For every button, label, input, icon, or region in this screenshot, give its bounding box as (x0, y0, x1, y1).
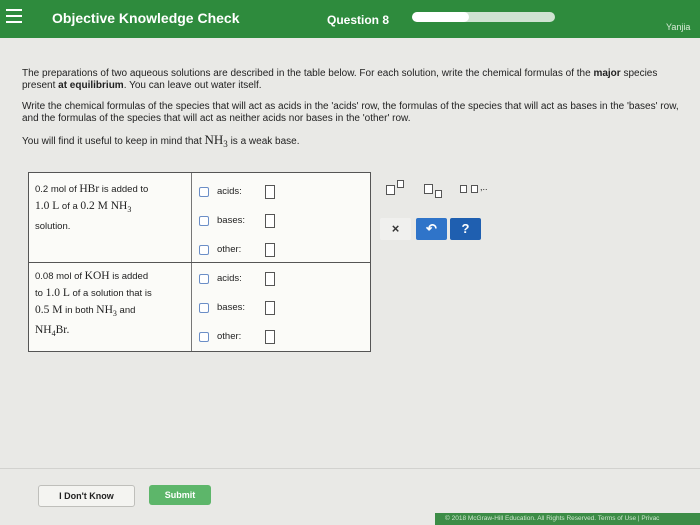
list-separator-icon[interactable]: ,.. (458, 180, 492, 198)
dont-know-button[interactable]: I Don't Know (38, 485, 135, 507)
bases-checkbox-1[interactable] (199, 216, 209, 226)
bases-input-1[interactable] (265, 214, 275, 228)
acids-checkbox-1[interactable] (199, 187, 209, 197)
other-input-1[interactable] (265, 243, 275, 257)
instruction-paragraph-3: You will find it useful to keep in mind … (22, 132, 300, 149)
other-checkbox-1[interactable] (199, 245, 209, 255)
solution-2-description: 0.08 mol of KOH is added to 1.0 L of a s… (29, 263, 192, 351)
table-row: 0.08 mol of KOH is added to 1.0 L of a s… (29, 263, 370, 351)
app-title: Objective Knowledge Check (52, 10, 240, 26)
user-name[interactable]: Yanjia (666, 22, 690, 32)
undo-button[interactable]: ↶ (416, 218, 447, 240)
acids-answer-1: acids: (199, 185, 359, 201)
other-input-2[interactable] (265, 330, 275, 344)
table-row: 0.2 mol of HBr is added to 1.0 L of a 0.… (29, 173, 370, 263)
clear-button[interactable]: × (380, 218, 411, 240)
answer-toolbar: ,.. × ↶ ? (372, 174, 502, 242)
other-checkbox-2[interactable] (199, 332, 209, 342)
submit-button[interactable]: Submit (149, 485, 211, 505)
acids-input-2[interactable] (265, 272, 275, 286)
progress-bar (412, 12, 555, 22)
subscript-icon[interactable] (422, 180, 456, 198)
bases-checkbox-2[interactable] (199, 303, 209, 313)
progress-fill (412, 12, 470, 22)
solution-1-description: 0.2 mol of HBr is added to 1.0 L of a 0.… (29, 173, 192, 262)
solutions-table: 0.2 mol of HBr is added to 1.0 L of a 0.… (28, 172, 371, 352)
footer-divider (0, 468, 700, 469)
bases-input-2[interactable] (265, 301, 275, 315)
bases-answer-2: bases: (199, 301, 359, 317)
superscript-icon[interactable] (382, 180, 416, 198)
acids-answer-2: acids: (199, 272, 359, 288)
copyright-footer: © 2018 McGraw-Hill Education. All Rights… (435, 513, 700, 525)
menu-icon[interactable] (6, 9, 22, 23)
other-answer-2: other: (199, 330, 359, 346)
acids-checkbox-2[interactable] (199, 274, 209, 284)
bases-answer-1: bases: (199, 214, 359, 230)
other-answer-1: other: (199, 243, 359, 259)
instruction-paragraph-2: Write the chemical formulas of the speci… (22, 101, 679, 124)
help-button[interactable]: ? (450, 218, 481, 240)
top-bar: Objective Knowledge Check Question 8 Yan… (0, 0, 700, 38)
question-number: Question 8 (327, 13, 390, 27)
instruction-paragraph-1: The preparations of two aqueous solution… (22, 68, 658, 91)
acids-input-1[interactable] (265, 185, 275, 199)
instructions: The preparations of two aqueous solution… (22, 68, 682, 159)
